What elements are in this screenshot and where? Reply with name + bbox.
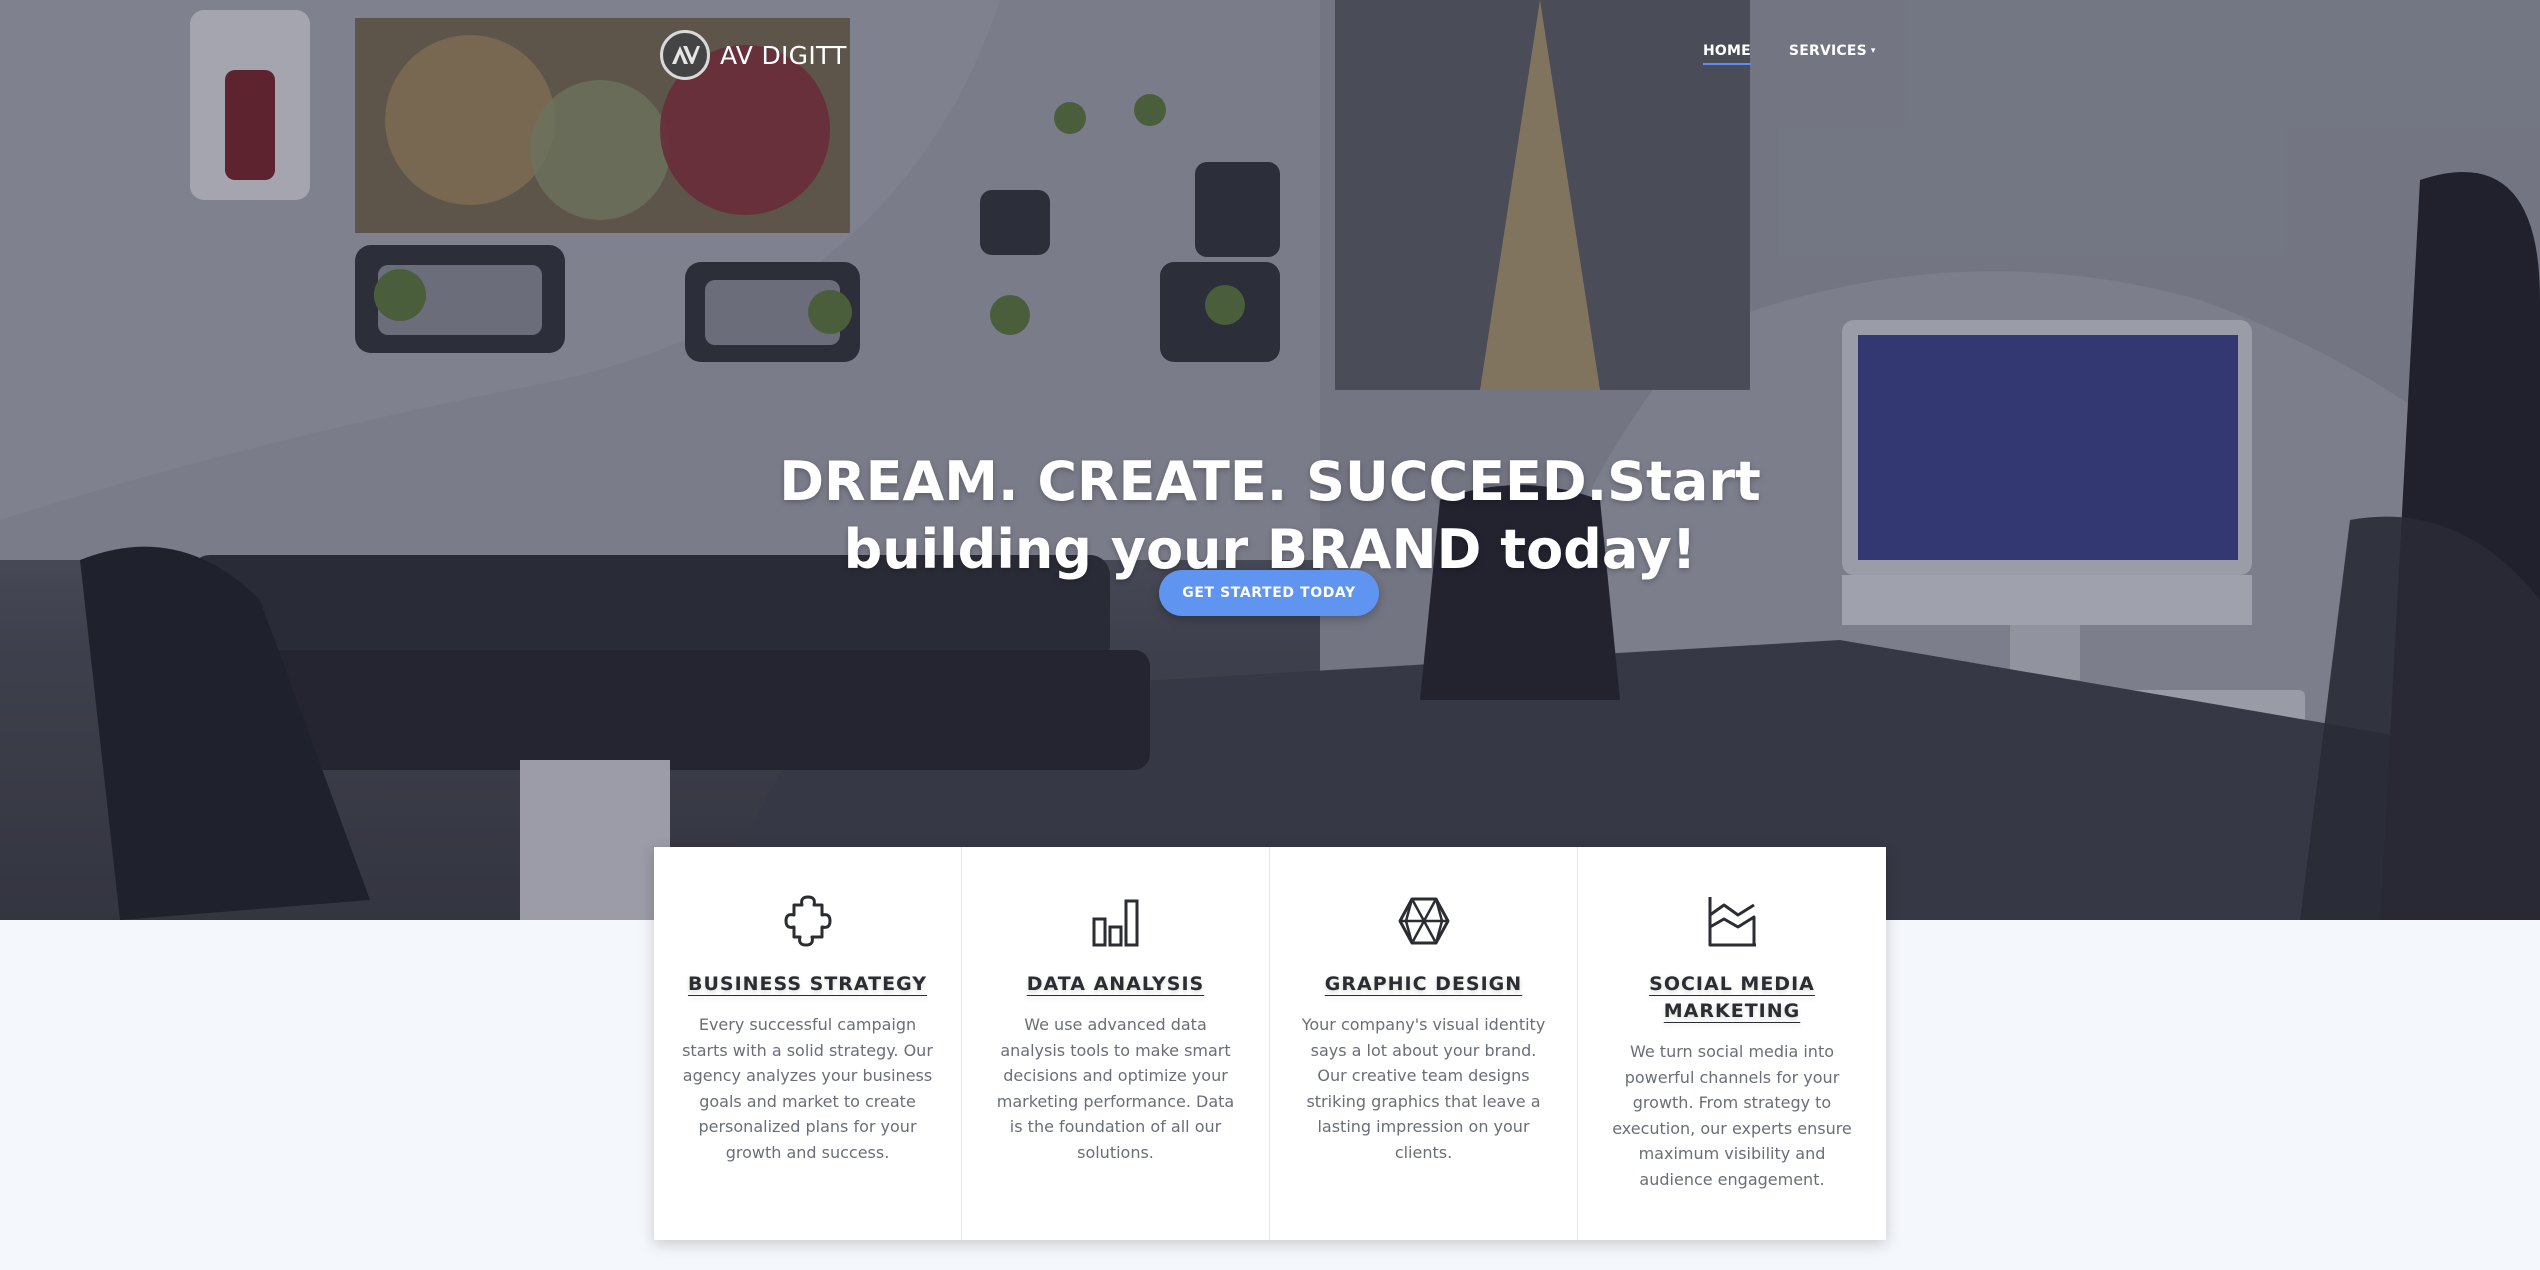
nav-home[interactable]: HOME: [1703, 43, 1751, 65]
nav-services-label: SERVICES: [1788, 43, 1867, 59]
chevron-down-icon: ▾: [1870, 46, 1876, 56]
av-logo-mark: [660, 30, 710, 80]
hero-headline: DREAM. CREATE. SUCCEED.Start building yo…: [779, 450, 1761, 582]
main-nav: HOME SERVICES ▾: [1703, 43, 1876, 65]
area-chart-icon: [1606, 893, 1858, 949]
bar-chart-icon: [990, 893, 1241, 949]
feature-card: GRAPHIC DESIGN Your company's visual ide…: [1270, 847, 1578, 1240]
features-panel: BUSINESS STRATEGY Every successful campa…: [654, 847, 1886, 1240]
feature-title: BUSINESS STRATEGY: [687, 973, 928, 995]
feature-card: BUSINESS STRATEGY Every successful campa…: [654, 847, 962, 1240]
feature-title: DATA ANALYSIS: [1026, 973, 1205, 995]
nav-home-label: HOME: [1703, 43, 1751, 59]
brand-name: AV DIGITT: [720, 40, 847, 70]
nav-services[interactable]: SERVICES ▾: [1789, 43, 1876, 59]
feature-card: DATA ANALYSIS We use advanced data analy…: [962, 847, 1270, 1240]
get-started-button[interactable]: GET STARTED TODAY: [1159, 570, 1379, 616]
feature-card: SOCIAL MEDIA MARKETING We turn social me…: [1578, 847, 1886, 1240]
polygon-mesh-icon: [1298, 893, 1549, 949]
feature-text: We turn social media into powerful chann…: [1612, 1042, 1852, 1189]
feature-text: Your company's visual identity says a lo…: [1301, 1015, 1546, 1162]
feature-title: GRAPHIC DESIGN: [1324, 973, 1523, 995]
brand-logo[interactable]: AV DIGITT: [660, 28, 847, 82]
feature-title: SOCIAL MEDIA MARKETING: [1649, 973, 1815, 1022]
hero-section: AV DIGITT HOME SERVICES ▾ DREAM. CREATE. …: [0, 0, 2540, 920]
puzzle-icon: [682, 893, 933, 949]
feature-text: Every successful campaign starts with a …: [682, 1015, 933, 1162]
feature-text: We use advanced data analysis tools to m…: [996, 1015, 1235, 1162]
